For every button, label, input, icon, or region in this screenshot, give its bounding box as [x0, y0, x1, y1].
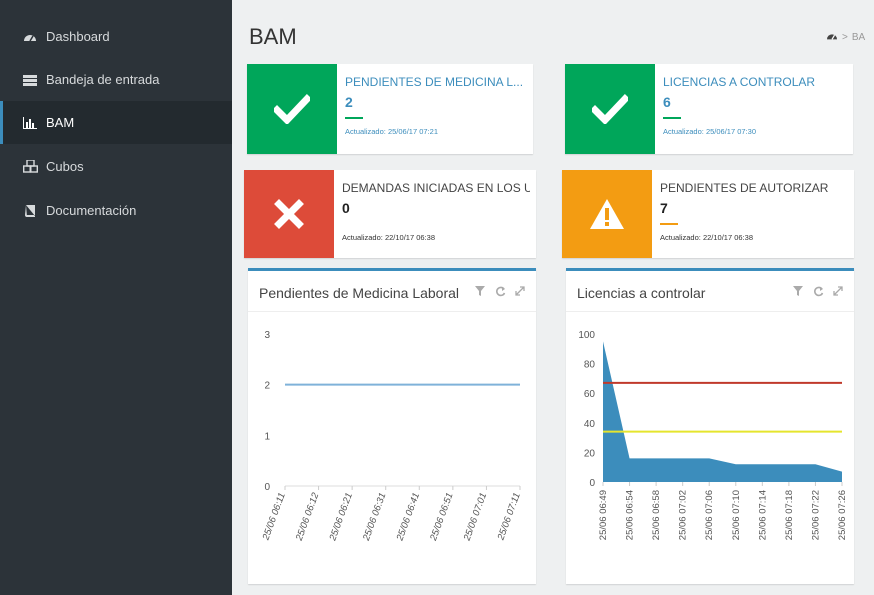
info-box-progress [660, 223, 678, 225]
line-chart-medicina: 012325/06 06:11 25/06 06:12 25/06 06:21 25/… [260, 330, 523, 544]
expand-icon[interactable] [832, 285, 844, 297]
info-box-title[interactable]: PENDIENTES DE MEDICINA L... [345, 75, 527, 89]
refresh-icon[interactable] [494, 285, 506, 297]
y-tick-label: 2 [264, 381, 270, 392]
sidebar-item-documentacion[interactable]: Documentación [0, 189, 232, 232]
info-box-updated: Actualizado: 25/06/17 07:21 [345, 127, 438, 136]
panel-title: Licencias a controlar [577, 285, 706, 301]
cubes-icon [22, 160, 38, 174]
x-tick-label: 25/06 06:54 [625, 490, 636, 540]
y-tick-label: 60 [584, 389, 596, 400]
filter-icon[interactable] [474, 285, 486, 297]
book-icon [22, 204, 38, 218]
sidebar-item-label: Bandeja de entrada [46, 72, 160, 87]
info-box-title[interactable]: PENDIENTES DE AUTORIZAR [660, 181, 848, 195]
y-tick-label: 3 [264, 330, 270, 341]
y-tick-label: 40 [584, 419, 596, 430]
panel-tools [792, 285, 844, 297]
info-box-demandas[interactable]: DEMANDAS INICIADAS EN LOS ULTI 0 Actuali… [244, 170, 536, 258]
area-chart-licencias: 0 20 40 60 80 100 25/06 06:49 25/06 06:54 25/06 … [578, 330, 848, 540]
x-tick-label: 25/06 07:26 [837, 490, 848, 540]
x-tick-label: 25/06 07:14 [757, 490, 768, 540]
y-tick-label: 80 [584, 360, 596, 371]
breadcrumb-current[interactable]: BA [852, 32, 865, 43]
series-area [603, 341, 842, 482]
x-tick-label: 25/06 06:31 [361, 491, 389, 543]
x-tick-label: 25/06 07:01 [461, 491, 489, 543]
x-tick-label: 25/06 07:06 [704, 490, 715, 540]
expand-icon[interactable] [514, 285, 526, 297]
check-icon [565, 64, 655, 154]
info-box-value: 0 [342, 200, 350, 216]
breadcrumb: > BA [826, 31, 865, 44]
y-tick-label: 20 [584, 448, 596, 459]
info-box-value: 2 [345, 94, 353, 110]
info-box-licencias[interactable]: LICENCIAS A CONTROLAR 6 Actualizado: 25/… [565, 64, 853, 154]
y-tick-label: 0 [589, 478, 595, 489]
sidebar-item-label: Documentación [46, 203, 137, 218]
x-tick-label: 25/06 06:12 [294, 491, 322, 544]
x-tick-label: 25/06 06:21 [327, 491, 355, 543]
dashboard-icon[interactable] [826, 31, 838, 44]
sidebar-item-dashboard[interactable]: Dashboard [0, 15, 232, 58]
panel-tools [474, 285, 526, 297]
sidebar: Dashboard Bandeja de entrada BAM Cubos D… [0, 0, 232, 595]
info-box-progress [345, 117, 363, 119]
y-tick-label: 1 [264, 431, 270, 442]
main-content: BAM > BA PENDIENTES DE MEDICINA L... 2 A… [232, 0, 874, 595]
info-box-updated: Actualizado: 22/10/17 06:38 [342, 233, 435, 242]
breadcrumb-separator: > [842, 32, 848, 43]
inbox-icon [22, 73, 38, 87]
info-box-title[interactable]: DEMANDAS INICIADAS EN LOS ULTI [342, 181, 530, 195]
x-tick-label: 25/06 06:49 [598, 490, 609, 540]
x-tick-label: 25/06 06:11 [260, 491, 288, 542]
chart-panel-medicina: Pendientes de Medicina Laboral 0 1 2 3 25/06… [248, 268, 536, 584]
x-tick-label: 25/06 06:51 [428, 491, 456, 543]
sidebar-item-label: Cubos [46, 159, 84, 174]
sidebar-item-bam[interactable]: BAM [0, 101, 232, 144]
chart-panel-licencias: Licencias a controlar 0 20 40 60 80 100 25/06 … [566, 268, 854, 584]
info-box-pendientes-autorizar[interactable]: PENDIENTES DE AUTORIZAR 7 Actualizado: 2… [562, 170, 854, 258]
x-tick-label: 25/06 07:22 [810, 490, 821, 540]
info-box-title[interactable]: LICENCIAS A CONTROLAR [663, 75, 847, 89]
info-box-progress [663, 117, 681, 119]
refresh-icon[interactable] [812, 285, 824, 297]
y-tick-label: 0 [264, 482, 270, 493]
info-box-updated: Actualizado: 22/10/17 06:38 [660, 233, 753, 242]
filter-icon[interactable] [792, 285, 804, 297]
info-box-value: 7 [660, 200, 668, 216]
info-box-pendientes-medicina[interactable]: PENDIENTES DE MEDICINA L... 2 Actualizad… [247, 64, 533, 154]
panel-title: Pendientes de Medicina Laboral [259, 285, 460, 301]
page-title: BAM [249, 24, 297, 49]
sidebar-item-inbox[interactable]: Bandeja de entrada [0, 58, 232, 101]
x-icon [244, 170, 334, 258]
x-tick-label: 25/06 07:02 [678, 490, 689, 540]
info-box-updated: Actualizado: 25/06/17 07:30 [663, 127, 756, 136]
bar-chart-icon [22, 116, 38, 130]
sidebar-item-cubos[interactable]: Cubos [0, 145, 232, 188]
y-tick-label: 100 [578, 330, 595, 341]
x-tick-label: 25/06 07:10 [731, 490, 742, 540]
x-tick-label: 25/06 06:58 [651, 490, 662, 540]
check-icon [247, 64, 337, 154]
x-tick-label: 25/06 07:11 [495, 491, 523, 542]
x-tick-label: 25/06 06:41 [394, 491, 422, 543]
sidebar-item-label: Dashboard [46, 29, 110, 44]
info-box-value: 6 [663, 94, 671, 110]
x-tick-label: 25/06 07:18 [784, 490, 795, 540]
dashboard-icon [22, 30, 38, 44]
warning-icon [562, 170, 652, 258]
sidebar-item-label: BAM [46, 115, 75, 130]
